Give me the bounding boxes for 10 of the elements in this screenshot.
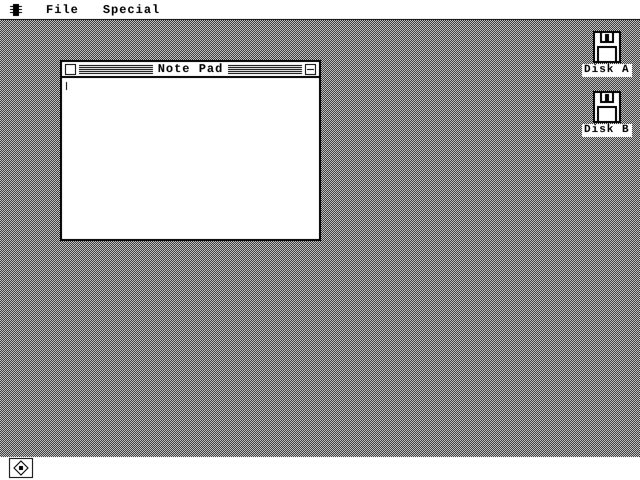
bug-icon[interactable] <box>10 4 22 16</box>
disk-label: Disk B <box>582 124 632 137</box>
title-bar[interactable]: Note Pad <box>62 62 319 78</box>
close-box[interactable] <box>65 64 76 74</box>
minimize-box-icon[interactable] <box>305 64 316 74</box>
menu-item[interactable]: Special <box>102 0 160 18</box>
text-cursor <box>66 82 67 90</box>
window-title: Note Pad <box>156 62 224 76</box>
menu-item[interactable]: File <box>46 0 79 18</box>
disk-label: Disk A <box>582 64 632 77</box>
